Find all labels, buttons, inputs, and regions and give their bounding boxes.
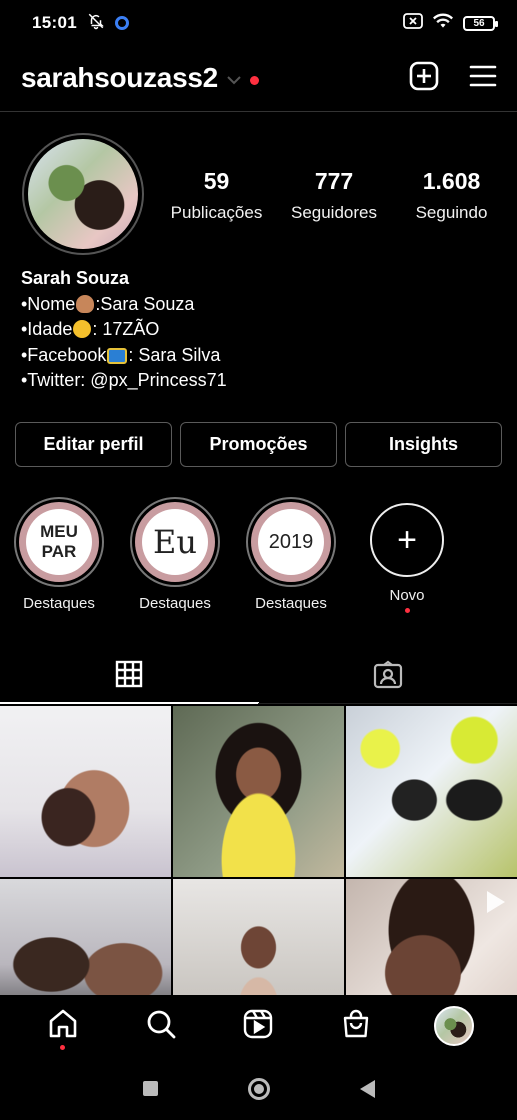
play-icon: [487, 891, 505, 913]
smile-emoji-icon: [73, 320, 92, 338]
highlight-cover-bg: Eu: [135, 502, 215, 582]
highlight-cover: 2019: [258, 509, 324, 575]
post-thumbnail[interactable]: [0, 706, 171, 877]
tab-grid[interactable]: [0, 650, 259, 704]
new-highlight-label: Novo: [389, 587, 425, 604]
status-time: 15:01: [32, 13, 77, 32]
edit-profile-button[interactable]: Editar perfil: [15, 422, 172, 467]
assistant-ring-icon: [114, 16, 129, 30]
highlight-cover-text: 2019: [268, 531, 314, 553]
menu-icon[interactable]: [469, 64, 497, 93]
nav-reels[interactable]: [228, 996, 288, 1056]
stat-following-value: 1.608: [422, 168, 481, 194]
chevron-down-icon[interactable]: [226, 72, 242, 90]
highlight-ring: Eu: [130, 497, 220, 587]
username-title[interactable]: sarahsouzass2: [21, 62, 218, 94]
stat-posts[interactable]: 59 Publicações: [158, 168, 275, 223]
stat-posts-value: 59: [203, 168, 230, 194]
stat-followers-label: Seguidores: [290, 203, 377, 222]
highlight-cover: Eu: [142, 509, 208, 575]
account-notification-dot: [249, 75, 259, 85]
home-button[interactable]: [247, 1077, 270, 1100]
bio-line-name-value: :Sara Souza: [95, 293, 195, 314]
system-navigation: [0, 1057, 517, 1120]
bio-line-age-value: : 17ZÃO: [92, 319, 160, 339]
status-bar: 15:01 56: [0, 0, 517, 46]
bio-line-name: •Nome :Sara Souza: [21, 292, 227, 318]
search-icon: [145, 1008, 177, 1045]
highlight-label: Destaques: [23, 595, 95, 612]
sim-x-icon: [403, 12, 423, 34]
new-highlight-dot: [404, 608, 410, 613]
bio-line-facebook-value: : Sara Silva: [128, 344, 221, 365]
plus-icon: +: [397, 521, 417, 559]
highlight-item[interactable]: MEU PAR Destaques: [14, 497, 104, 613]
highlight-cover-text: Eu: [153, 523, 197, 561]
bottom-navigation: [0, 995, 517, 1057]
battery-icon: 56: [463, 15, 498, 31]
new-highlight-button[interactable]: + Novo: [362, 497, 452, 613]
profile-tabs: [0, 650, 517, 704]
highlight-cover-bg: MEU PAR: [19, 502, 99, 582]
post-thumbnail[interactable]: [173, 706, 344, 877]
tagged-icon: [373, 660, 403, 695]
highlight-ring: MEU PAR: [14, 497, 104, 587]
shop-icon: [340, 1008, 372, 1045]
bio-line-age-prefix: •Idade: [21, 319, 73, 339]
stat-posts-label: Publicações: [170, 203, 263, 222]
highlight-item[interactable]: 2019 Destaques: [246, 497, 336, 613]
highlight-cover: MEU PAR: [26, 509, 92, 575]
nav-shop[interactable]: [326, 996, 386, 1056]
grid-icon: [115, 660, 143, 693]
back-button[interactable]: [359, 1079, 375, 1098]
new-post-icon[interactable]: [409, 61, 439, 96]
new-highlight-ring: +: [370, 503, 444, 577]
id-card-emoji-icon: [107, 347, 128, 364]
tabs-divider: [258, 703, 517, 704]
profile-avatar-small: [434, 1006, 475, 1046]
stat-followers-value: 777: [314, 168, 354, 194]
highlight-label: Destaques: [255, 595, 327, 612]
profile-stats: 59 Publicações 777 Seguidores 1.608 Segu…: [158, 168, 510, 223]
highlight-ring: 2019: [246, 497, 336, 587]
bio-name: Sarah Souza: [21, 268, 130, 288]
person-emoji-icon: [76, 294, 95, 313]
highlight-cover-bg: 2019: [251, 502, 331, 582]
bio-line-facebook: •Facebook : Sara Silva: [21, 343, 227, 369]
highlight-cover-text: MEU PAR: [40, 522, 78, 561]
story-highlights: MEU PAR Destaques Eu Destaques 2019 Dest…: [14, 497, 452, 613]
tab-tagged[interactable]: [259, 650, 517, 704]
stat-following[interactable]: 1.608 Seguindo: [393, 168, 510, 223]
nav-home[interactable]: [33, 996, 93, 1056]
promotions-button[interactable]: Promoções: [180, 422, 337, 467]
mute-bell-icon: [87, 12, 105, 35]
reels-icon: [242, 1008, 274, 1045]
insights-button[interactable]: Insights: [345, 422, 502, 467]
stat-following-label: Seguindo: [415, 203, 488, 222]
home-icon: [47, 1008, 79, 1045]
nav-search[interactable]: [131, 996, 191, 1056]
profile-header: sarahsouzass2: [0, 52, 517, 104]
stat-followers[interactable]: 777 Seguidores: [276, 168, 393, 223]
profile-avatar[interactable]: [22, 133, 144, 255]
wifi-icon: [433, 13, 453, 34]
profile-actions: Editar perfil Promoções Insights: [15, 422, 502, 467]
bio-line-facebook-prefix: •Facebook: [21, 344, 107, 365]
post-thumbnail[interactable]: [346, 706, 517, 877]
nav-profile[interactable]: [424, 996, 484, 1056]
bio-line-age: •Idade : 17ZÃO: [21, 317, 227, 343]
recents-button[interactable]: [142, 1081, 158, 1096]
highlight-item[interactable]: Eu Destaques: [130, 497, 220, 613]
bio-line-name-prefix: •Nome: [21, 293, 76, 314]
profile-bio: Sarah Souza •Nome :Sara Souza •Idade : 17Z…: [21, 266, 227, 394]
bio-line-twitter: •Twitter: @px_Princess71: [21, 370, 227, 390]
home-notification-dot: [60, 1045, 66, 1050]
profile-photo: [28, 139, 138, 249]
header-divider: [0, 111, 517, 112]
highlight-label: Destaques: [139, 595, 211, 612]
